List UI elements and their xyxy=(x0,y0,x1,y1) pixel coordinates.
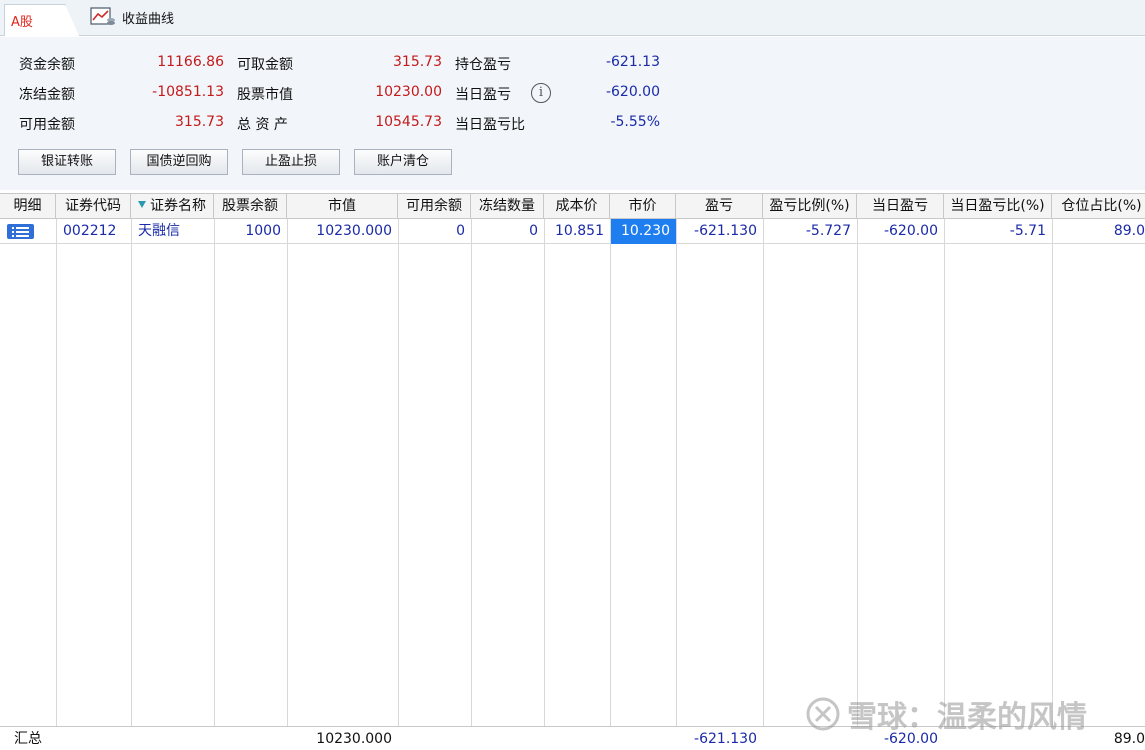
col-header-pnl-pct[interactable]: 盈亏比例(%) xyxy=(763,194,857,219)
total-label: 汇总 xyxy=(14,731,42,747)
value-day-pnl-ratio: -5.55% xyxy=(610,114,660,130)
chart-icon xyxy=(90,7,115,25)
cell-code: 002212 xyxy=(63,223,117,239)
col-divider xyxy=(610,219,611,750)
col-header-day-pnl-pct[interactable]: 当日盈亏比(%) xyxy=(944,194,1052,219)
bank-transfer-button[interactable]: 银证转账 xyxy=(18,149,116,175)
tab-profit-curve[interactable]: 收益曲线 xyxy=(90,6,174,28)
col-divider xyxy=(471,219,472,750)
label-stock-value: 股票市值 xyxy=(237,87,293,103)
tab-a-stock-label: A股 xyxy=(11,15,33,30)
value-fund-balance: 11166.86 xyxy=(157,54,224,70)
cell-position-pct: 89.0 xyxy=(1113,223,1145,239)
value-withdrawable: 315.73 xyxy=(393,54,442,70)
value-frozen-amount: -10851.13 xyxy=(152,84,224,100)
value-day-pnl: -620.00 xyxy=(605,84,660,100)
cell-pnl: -621.130 xyxy=(694,223,757,239)
sort-indicator-icon xyxy=(138,201,146,208)
total-market-value: 10230.000 xyxy=(316,731,392,747)
value-total-assets: 10545.73 xyxy=(375,114,442,130)
col-divider xyxy=(944,219,945,750)
cell-day-pnl: -620.00 xyxy=(883,223,938,239)
col-divider xyxy=(131,219,132,750)
label-total-assets: 总 资 产 xyxy=(237,117,288,133)
table-header: 明细 证券代码 证券名称 股票余额 市值 可用余额 冻结数量 成本价 市价 盈亏… xyxy=(0,193,1145,219)
col-divider xyxy=(214,219,215,750)
col-divider xyxy=(857,219,858,750)
watermark: 雪球：温柔的风情 xyxy=(805,694,1087,735)
col-header-cost[interactable]: 成本价 xyxy=(544,194,610,219)
label-day-pnl: 当日盈亏 xyxy=(455,87,511,103)
col-divider xyxy=(287,219,288,750)
info-icon[interactable]: i xyxy=(531,83,551,103)
reverse-repo-button[interactable]: 国债逆回购 xyxy=(130,149,228,175)
cell-available: 0 xyxy=(456,223,465,239)
label-available-amount: 可用金额 xyxy=(19,117,75,133)
col-header-name-label: 证券名称 xyxy=(150,198,206,214)
cell-market-value: 10230.000 xyxy=(316,223,392,239)
label-holding-pnl: 持仓盈亏 xyxy=(455,57,511,73)
total-pnl: -621.130 xyxy=(694,731,757,747)
label-day-pnl-ratio: 当日盈亏比 xyxy=(455,117,525,133)
tab-bar: A股 收益曲线 xyxy=(0,0,1145,36)
value-stock-value: 10230.00 xyxy=(375,84,442,100)
col-header-price[interactable]: 市价 xyxy=(610,194,676,219)
cell-frozen: 0 xyxy=(529,223,538,239)
cell-price[interactable]: 10.230 xyxy=(611,219,676,244)
snowball-logo-icon xyxy=(806,697,840,731)
col-divider xyxy=(56,219,57,750)
col-divider xyxy=(1052,219,1053,750)
account-summary: 资金余额 11166.86 冻结金额 -10851.13 可用金额 315.73… xyxy=(0,37,1145,190)
col-divider xyxy=(544,219,545,750)
cell-pnl-pct: -5.727 xyxy=(805,223,851,239)
tab-profit-curve-label: 收益曲线 xyxy=(122,11,175,27)
col-header-balance[interactable]: 股票余额 xyxy=(214,194,287,219)
col-header-market-value[interactable]: 市值 xyxy=(287,194,398,219)
col-header-code[interactable]: 证券代码 xyxy=(56,194,131,219)
cell-cost: 10.851 xyxy=(555,223,604,239)
col-divider xyxy=(398,219,399,750)
col-divider xyxy=(763,219,764,750)
table-row[interactable]: 002212 天融信 1000 10230.000 0 0 10.851 10.… xyxy=(0,219,1145,244)
label-frozen-amount: 冻结金额 xyxy=(19,87,75,103)
positions-table: 明细 证券代码 证券名称 股票余额 市值 可用余额 冻结数量 成本价 市价 盈亏… xyxy=(0,193,1145,750)
value-holding-pnl: -621.13 xyxy=(605,54,660,70)
col-header-detail[interactable]: 明细 xyxy=(0,194,56,219)
col-header-name[interactable]: 证券名称 xyxy=(131,194,214,219)
col-divider xyxy=(676,219,677,750)
col-header-pnl[interactable]: 盈亏 xyxy=(676,194,763,219)
col-header-frozen[interactable]: 冻结数量 xyxy=(471,194,544,219)
stop-profit-loss-button[interactable]: 止盈止损 xyxy=(242,149,340,175)
cell-name: 天融信 xyxy=(138,223,180,239)
cell-day-pnl-pct: -5.71 xyxy=(1009,223,1046,239)
value-available-amount: 315.73 xyxy=(175,114,224,130)
col-header-day-pnl[interactable]: 当日盈亏 xyxy=(857,194,944,219)
col-header-position-pct[interactable]: 仓位占比(%) xyxy=(1052,194,1145,219)
tab-a-stock[interactable]: A股 xyxy=(4,4,79,36)
label-withdrawable: 可取金额 xyxy=(237,57,293,73)
watermark-text: 雪球：温柔的风情 xyxy=(847,700,1087,735)
clear-account-button[interactable]: 账户清仓 xyxy=(354,149,452,175)
col-header-available[interactable]: 可用余额 xyxy=(398,194,471,219)
label-fund-balance: 资金余额 xyxy=(19,57,75,73)
detail-list-icon[interactable] xyxy=(7,224,34,239)
cell-balance: 1000 xyxy=(245,223,281,239)
